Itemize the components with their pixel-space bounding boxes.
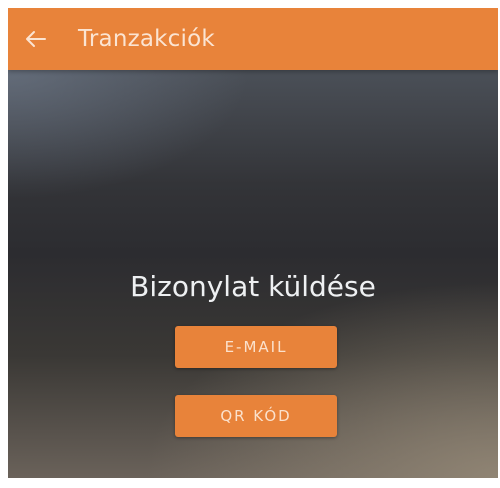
qr-code-button[interactable]: QR KÓD <box>175 395 337 437</box>
app-screen: Tranzakciók Bizonylat küldése E-MAIL QR … <box>8 8 498 478</box>
app-bar: Tranzakciók <box>8 8 498 70</box>
back-button[interactable] <box>14 8 58 70</box>
arrow-left-icon <box>25 30 47 48</box>
page-title: Tranzakciók <box>78 26 215 52</box>
main-content: Bizonylat küldése E-MAIL QR KÓD <box>8 70 498 478</box>
email-button[interactable]: E-MAIL <box>175 326 337 368</box>
send-receipt-title: Bizonylat küldése <box>130 270 376 303</box>
